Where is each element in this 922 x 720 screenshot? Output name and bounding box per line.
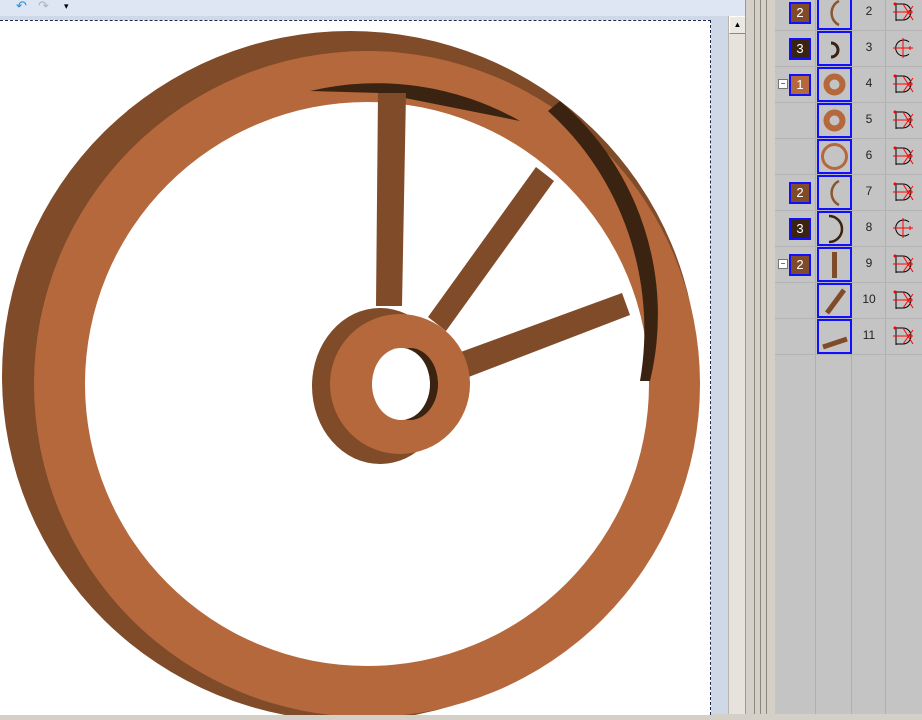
- customize-dropdown-icon[interactable]: ▾: [64, 0, 69, 12]
- shape-thumbnail[interactable]: [817, 67, 852, 102]
- shape-thumbnail[interactable]: [817, 31, 852, 66]
- node-number: 4: [865, 76, 873, 90]
- material-swatch[interactable]: 3: [789, 218, 811, 240]
- mesh-node-icon[interactable]: [891, 144, 915, 173]
- node-number: 5: [865, 112, 873, 126]
- tree-row[interactable]: 33: [775, 30, 922, 67]
- mesh-node-icon[interactable]: [891, 180, 915, 209]
- group-node-icon[interactable]: [891, 36, 915, 65]
- tree-row[interactable]: 11: [775, 318, 922, 355]
- tree-row[interactable]: 6: [775, 138, 922, 175]
- tree-row[interactable]: 5: [775, 102, 922, 139]
- shape-thumbnail[interactable]: [817, 103, 852, 138]
- panel-splitter[interactable]: [745, 0, 777, 714]
- group-node-icon[interactable]: [891, 216, 915, 245]
- tree-row[interactable]: 22: [775, 0, 922, 31]
- collapse-toggle[interactable]: −: [778, 79, 788, 89]
- canvas-area: [0, 16, 728, 720]
- tree-row[interactable]: −2 9: [775, 246, 922, 283]
- node-number: 3: [865, 40, 873, 54]
- shape-thumbnail[interactable]: [817, 211, 852, 246]
- tree-row[interactable]: −1 4: [775, 66, 922, 103]
- shape-thumbnail[interactable]: [817, 247, 852, 282]
- scroll-up-button[interactable]: ▲: [729, 16, 746, 34]
- node-number: 9: [865, 256, 873, 270]
- node-number: 8: [865, 220, 873, 234]
- tree-row[interactable]: 27: [775, 174, 922, 211]
- material-swatch[interactable]: 3: [789, 38, 811, 60]
- mesh-node-icon[interactable]: [891, 108, 915, 137]
- node-number: 10: [862, 292, 876, 306]
- design-canvas[interactable]: [0, 20, 711, 720]
- tree-row[interactable]: 10: [775, 282, 922, 319]
- mesh-node-icon[interactable]: [891, 72, 915, 101]
- material-swatch[interactable]: 1: [789, 74, 811, 96]
- node-number: 7: [865, 184, 873, 198]
- node-number: 2: [865, 4, 873, 18]
- undo-icon[interactable]: ↶: [16, 0, 27, 12]
- vertical-scrollbar[interactable]: ▲: [728, 16, 746, 714]
- shape-thumbnail[interactable]: [817, 319, 852, 354]
- mesh-node-icon[interactable]: [891, 288, 915, 317]
- shape-thumbnail[interactable]: [817, 283, 852, 318]
- hub-hole: [372, 348, 430, 420]
- material-swatch[interactable]: 2: [789, 182, 811, 204]
- tree-row[interactable]: 38: [775, 210, 922, 247]
- toolbar: ↶ ↷ ▾: [0, 0, 745, 17]
- collapse-toggle[interactable]: −: [778, 259, 788, 269]
- mesh-node-icon[interactable]: [891, 324, 915, 353]
- shape-thumbnail[interactable]: [817, 0, 852, 30]
- material-swatch[interactable]: 2: [789, 254, 811, 276]
- scene-tree-panel: 2 2 3 3−1 4 5 6 2 7 3 8−2 9 10 11: [775, 0, 922, 714]
- redo-icon[interactable]: ↷: [38, 0, 49, 12]
- material-swatch[interactable]: 2: [789, 2, 811, 24]
- mesh-node-icon[interactable]: [891, 0, 915, 29]
- shape-thumbnail[interactable]: [817, 175, 852, 210]
- spoke-vertical: [376, 93, 406, 306]
- wheel-model[interactable]: [0, 21, 710, 720]
- shape-thumbnail[interactable]: [817, 139, 852, 174]
- mesh-node-icon[interactable]: [891, 252, 915, 281]
- node-number: 6: [865, 148, 873, 162]
- node-number: 11: [862, 328, 876, 342]
